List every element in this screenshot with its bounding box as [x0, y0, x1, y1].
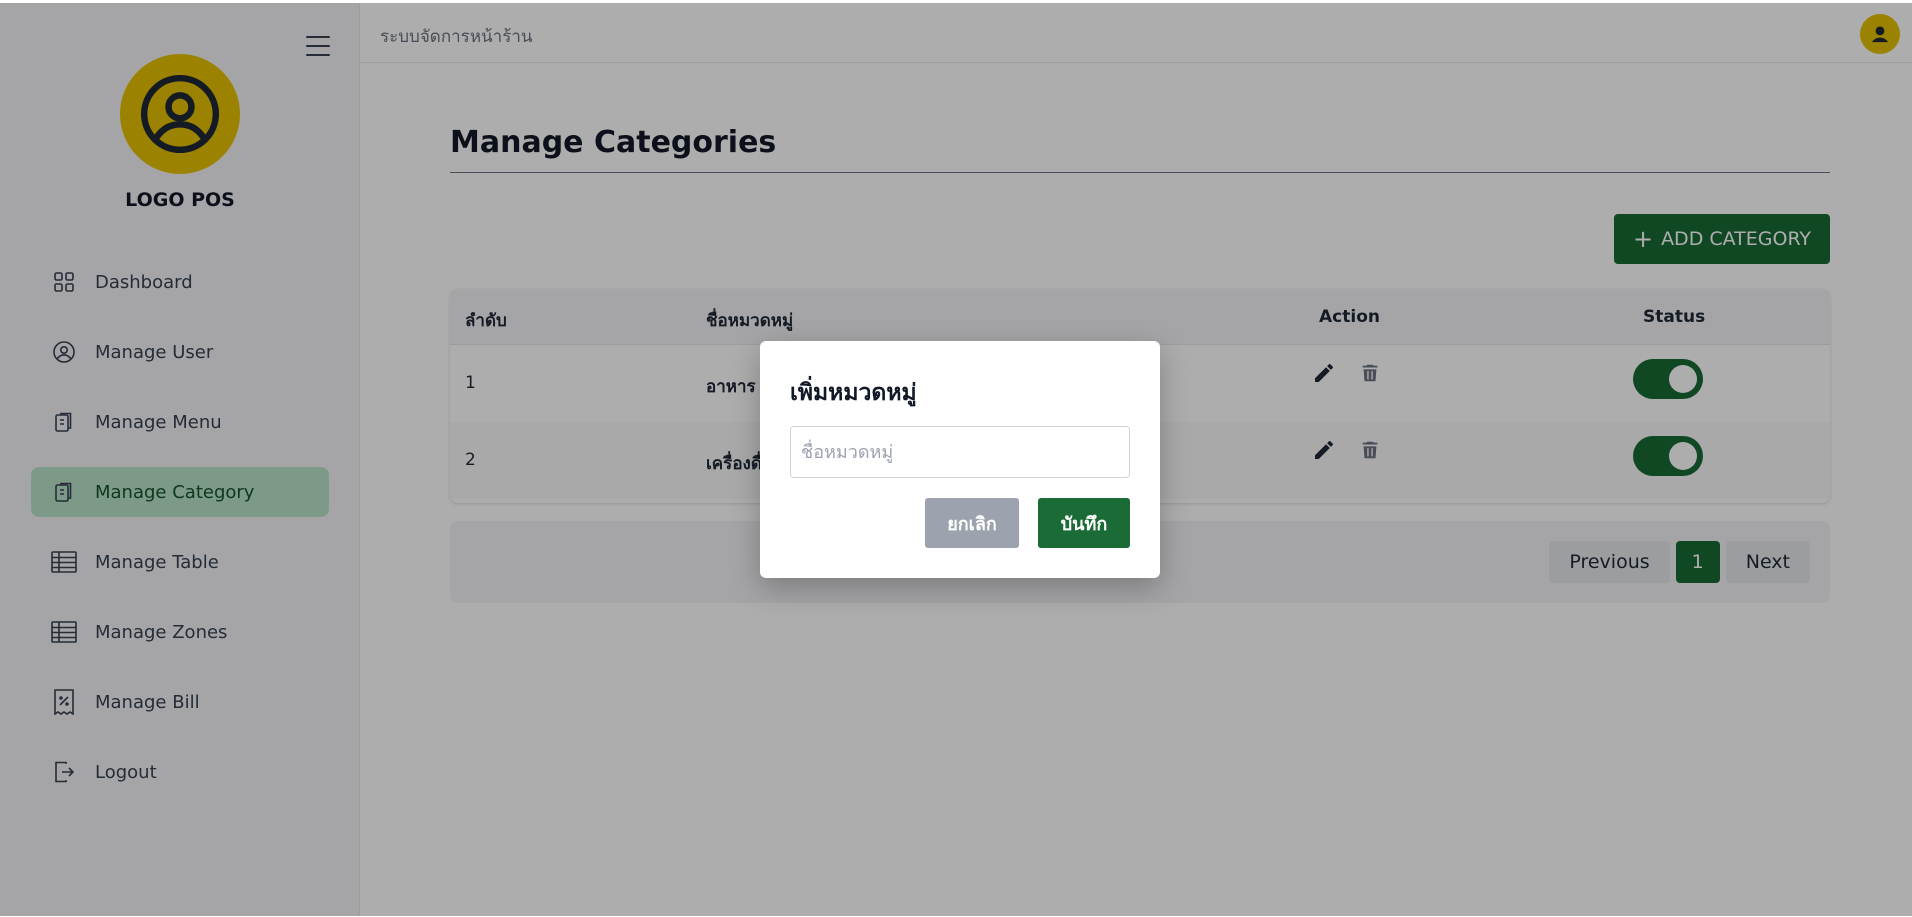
save-button[interactable]: บันทึก [1038, 498, 1130, 548]
cancel-button[interactable]: ยกเลิก [925, 498, 1019, 548]
modal-title: เพิ่มหมวดหมู่ [790, 380, 917, 406]
category-name-input[interactable] [790, 426, 1130, 478]
add-category-modal: เพิ่มหมวดหมู่ ยกเลิก บันทึก [760, 341, 1160, 578]
